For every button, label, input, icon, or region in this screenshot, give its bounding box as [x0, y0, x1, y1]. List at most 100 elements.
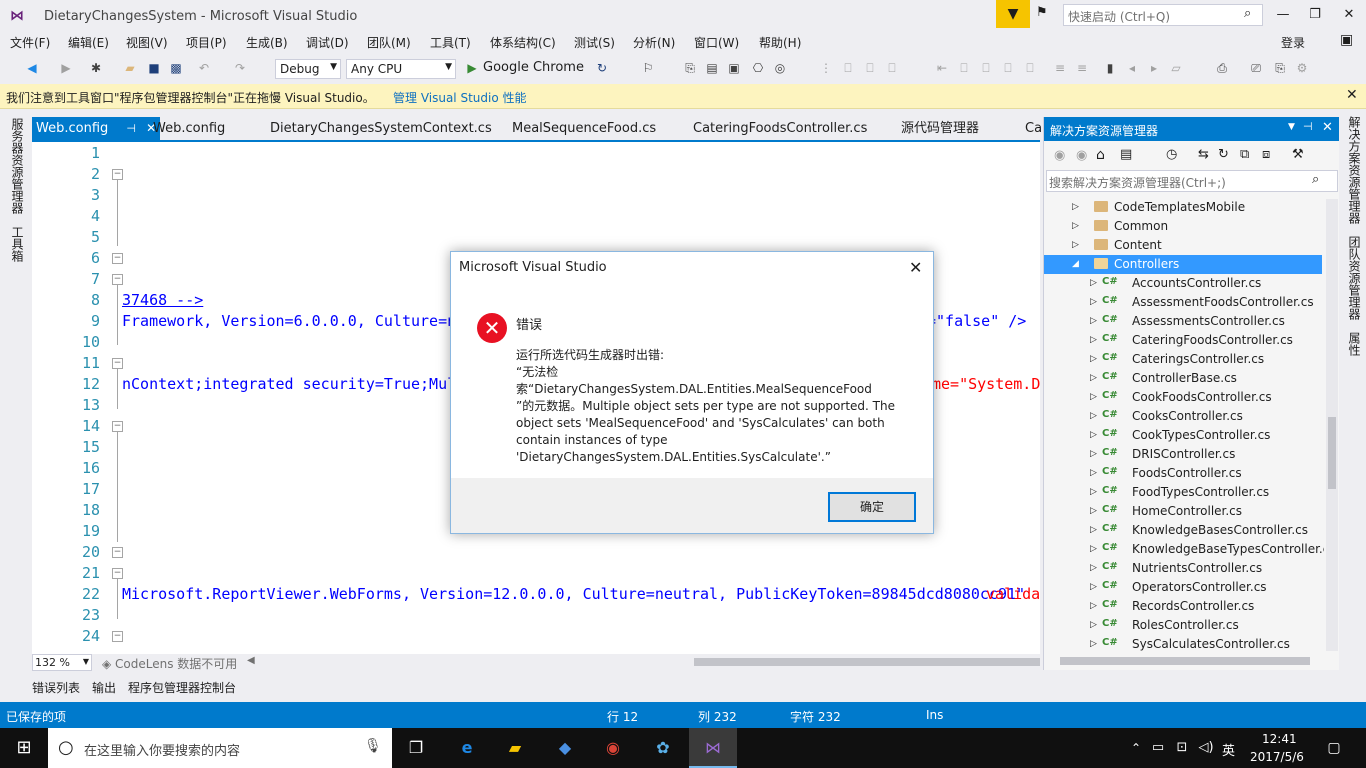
toolbar-icon-2[interactable]: ▤	[704, 60, 720, 76]
collapse-all-icon[interactable]: ⧉	[1240, 147, 1249, 162]
undo-icon[interactable]: ↶	[196, 60, 212, 76]
tree-folder[interactable]: ▷ CodeTemplatesMobile	[1044, 198, 1322, 217]
network-icon[interactable]: ⊡	[1170, 736, 1194, 760]
expand-icon[interactable]: ▷	[1090, 316, 1097, 326]
team-explorer-tab[interactable]: 团队资源管理器	[1346, 236, 1363, 320]
tree-file[interactable]: ▷ C# CateringsController.cs	[1044, 350, 1322, 369]
collapse-region-icon[interactable]: −	[112, 169, 123, 180]
windows-start-icon[interactable]: ⊞	[12, 736, 36, 760]
edge-icon[interactable]: e	[455, 736, 479, 760]
chevron-down-icon[interactable]: ▼	[1288, 122, 1295, 132]
menu-test[interactable]: 测试(S)	[574, 34, 615, 51]
uncomment-icon[interactable]: ≡	[1074, 60, 1090, 76]
toolbox-tab[interactable]: 工具箱	[9, 226, 26, 262]
expand-icon[interactable]: ▷	[1090, 544, 1097, 554]
toolbar-icon-4[interactable]: ⎔	[750, 60, 766, 76]
run-target-button[interactable]: Google Chrome	[483, 60, 584, 75]
toolbar-icon-12[interactable]: ⎕	[978, 60, 994, 76]
error-list-tab[interactable]: 错误列表	[32, 679, 80, 696]
output-tab[interactable]: 输出	[92, 679, 116, 696]
toolbar-icon-1[interactable]: ⎘	[682, 60, 698, 76]
toolbar-icon-13[interactable]: ⎕	[1000, 60, 1016, 76]
tree-file[interactable]: ▷ C# CateringFoodsController.cs	[1044, 331, 1322, 350]
toolbar-icon-10[interactable]: ⇤	[934, 60, 950, 76]
tree-folder-selected[interactable]: ◢ Controllers	[1044, 255, 1322, 274]
battery-icon[interactable]: ▭	[1146, 736, 1170, 760]
collapse-region-icon[interactable]: −	[112, 547, 123, 558]
properties-tab[interactable]: 属性	[1346, 332, 1363, 356]
bookmark-clear-icon[interactable]: ▱	[1168, 60, 1184, 76]
redo-icon[interactable]: ↷	[232, 60, 248, 76]
expand-icon[interactable]: ▷	[1090, 487, 1097, 497]
expand-icon[interactable]: ▷	[1090, 373, 1097, 383]
expand-icon[interactable]: ▷	[1090, 392, 1097, 402]
solution-configuration-select[interactable]: Debug ▼	[275, 59, 341, 79]
horizontal-scrollbar-thumb[interactable]	[694, 658, 1040, 666]
toolbar-icon-18[interactable]: ⚙	[1294, 60, 1310, 76]
tab-overflow[interactable]: Ca	[1025, 120, 1042, 140]
filter-icon[interactable]: ▼	[996, 0, 1030, 28]
menu-file[interactable]: 文件(F)	[10, 34, 50, 51]
bookmark-icon[interactable]: ▮	[1102, 60, 1118, 76]
tree-file[interactable]: ▷ C# CooksController.cs	[1044, 407, 1322, 426]
save-all-icon[interactable]: ▩	[168, 60, 184, 76]
quick-launch-input[interactable]: 快速启动 (Ctrl+Q) ⌕	[1063, 4, 1263, 26]
comment-icon[interactable]: ≡	[1052, 60, 1068, 76]
collapse-region-icon[interactable]: −	[112, 274, 123, 285]
tree-file[interactable]: ▷ C# KnowledgeBasesController.cs	[1044, 521, 1322, 540]
toolbar-icon-6[interactable]: ⋮	[818, 60, 834, 76]
refresh-icon[interactable]: ↻	[594, 60, 610, 76]
switch-views-icon[interactable]: ▤	[1120, 147, 1132, 162]
navigate-forward-icon[interactable]: ▶	[58, 60, 74, 76]
toolbar-icon-9[interactable]: ⎕	[884, 60, 900, 76]
expand-icon[interactable]: ▷	[1090, 582, 1097, 592]
back-icon[interactable]: ◉	[1054, 148, 1065, 163]
server-explorer-tab[interactable]: 服务器资源管理器	[9, 118, 26, 214]
browser-link-icon[interactable]: ⚐	[640, 60, 656, 76]
menu-architecture[interactable]: 体系结构(C)	[490, 34, 556, 51]
toolbar-icon-15[interactable]: ⎙	[1214, 60, 1230, 76]
tree-file[interactable]: ▷ C# KnowledgeBaseTypesController.cs	[1044, 540, 1324, 559]
expand-icon[interactable]: ▷	[1090, 430, 1097, 440]
tree-file[interactable]: ▷ C# AccountsController.cs	[1044, 274, 1322, 293]
toolbar-icon-5[interactable]: ◎	[772, 60, 788, 76]
menu-project[interactable]: 项目(P)	[186, 34, 227, 51]
save-icon[interactable]: ■	[146, 60, 162, 76]
ok-button[interactable]: 确定	[828, 492, 916, 522]
home-icon[interactable]: ⌂	[1096, 147, 1105, 163]
volume-icon[interactable]: ◁)	[1194, 736, 1218, 760]
tree-file[interactable]: ▷ C# AssessmentFoodsController.cs	[1044, 293, 1322, 312]
expand-icon[interactable]: ▷	[1090, 506, 1097, 516]
expand-icon[interactable]: ▷	[1090, 449, 1097, 459]
manage-performance-link[interactable]: 管理 Visual Studio 性能	[393, 89, 527, 106]
toolbar-icon-11[interactable]: ⎕	[956, 60, 972, 76]
tab-context[interactable]: DietaryChangesSystemContext.cs	[270, 120, 492, 140]
collapse-region-icon[interactable]: −	[112, 568, 123, 579]
close-icon[interactable]: ✕	[909, 258, 922, 277]
tree-folder[interactable]: ▷ Content	[1044, 236, 1322, 255]
tree-file[interactable]: ▷ C# OperatorsController.cs	[1044, 578, 1322, 597]
collapse-region-icon[interactable]: −	[112, 421, 123, 432]
tree-file[interactable]: ▷ C# AssessmentsController.cs	[1044, 312, 1322, 331]
app-icon-blue[interactable]: ◆	[553, 736, 577, 760]
account-icon[interactable]: ▣	[1340, 32, 1353, 48]
package-manager-console-tab[interactable]: 程序包管理器控制台	[128, 679, 236, 696]
tree-file[interactable]: ▷ C# DRISController.cs	[1044, 445, 1322, 464]
tree-folder[interactable]: ▷ Common	[1044, 217, 1322, 236]
scroll-left-icon[interactable]: ◀	[247, 655, 255, 666]
menu-analyze[interactable]: 分析(N)	[633, 34, 675, 51]
toolbar-icon-7[interactable]: ⎕	[840, 60, 856, 76]
visual-studio-taskbar-button[interactable]: ⋈	[689, 728, 737, 768]
tree-file[interactable]: ▷ C# FoodsController.cs	[1044, 464, 1322, 483]
close-button[interactable]: ✕	[1334, 4, 1364, 26]
bookmark-prev-icon[interactable]: ◂	[1124, 60, 1140, 76]
tab-web-config-active[interactable]: Web.config ⊣ ✕	[32, 117, 161, 140]
expand-icon[interactable]: ▷	[1090, 468, 1097, 478]
open-file-icon[interactable]: ▰	[122, 60, 138, 76]
start-debugging-icon[interactable]: ▶	[464, 60, 480, 76]
tree-file[interactable]: ▷ C# FoodTypesController.cs	[1044, 483, 1322, 502]
tree-file[interactable]: ▷ C# RecordsController.cs	[1044, 597, 1322, 616]
maximize-button[interactable]: ❐	[1300, 4, 1330, 26]
tree-file[interactable]: ▷ C# HomeController.cs	[1044, 502, 1322, 521]
show-hidden-icons-icon[interactable]: ⌃	[1124, 736, 1148, 760]
